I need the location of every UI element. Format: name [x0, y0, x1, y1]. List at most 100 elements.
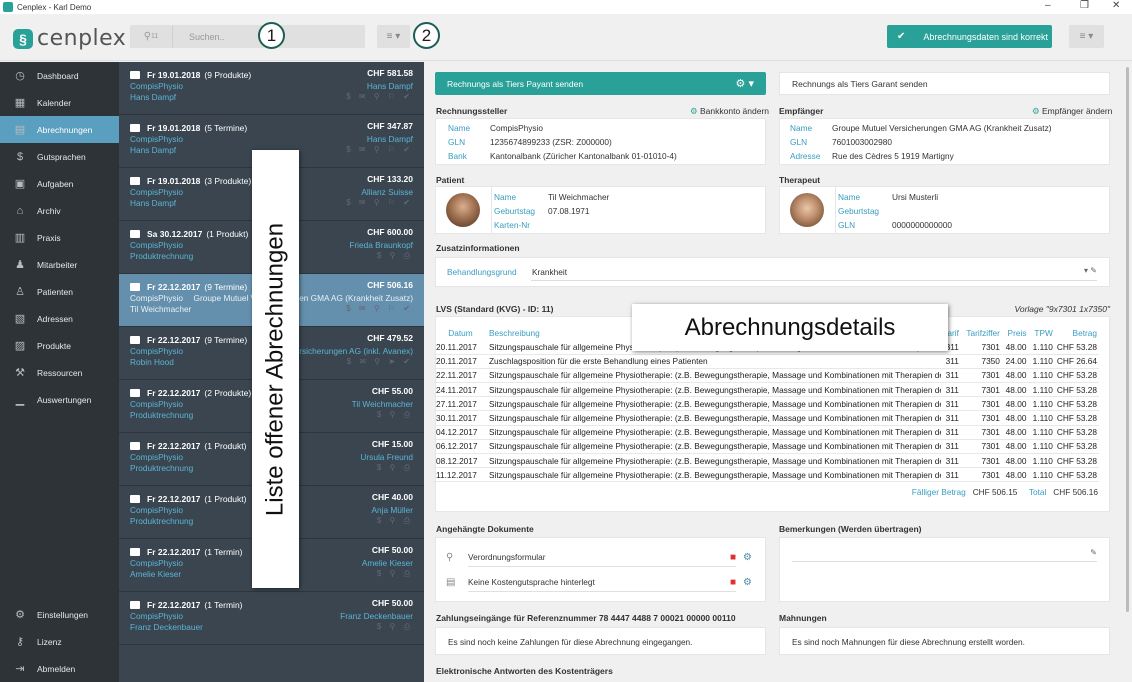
document-item[interactable]: ⚲ Verordnungsformular ■ ⚙ — [446, 547, 752, 567]
kv-row: Name Groupe Mutuel Versicherungen GMA AG … — [790, 123, 1052, 133]
gear-icon[interactable]: ⚙ — [743, 552, 752, 563]
invoice-list-item[interactable]: Fr 19.01.2018 (9 Produkte) CHF 581.58 Compi… — [119, 62, 424, 115]
table-row[interactable]: 08.12.2017 Sitzungspauschale für allgemei… — [434, 453, 1099, 469]
scrollbar-thumb[interactable] — [1126, 67, 1129, 612]
invoice-recipient: Allianz Suisse — [361, 187, 413, 197]
folder-icon — [130, 282, 140, 291]
lvs-cell: Sitzungspauschale für allgemeine Physiot… — [486, 396, 941, 412]
invoice-count: (2 Produkte) — [204, 387, 252, 398]
invoice-amount: CHF 15.00 — [371, 439, 413, 449]
sidebar-item-lizenz[interactable]: ⚷ Lizenz — [0, 628, 119, 655]
status-icons: $ ⚲ ⎙ — [376, 569, 413, 578]
lvs-cell: 1.110 — [1028, 467, 1055, 483]
table-row[interactable]: 04.12.2017 Sitzungspauschale für allgemei… — [434, 425, 1099, 440]
trash-icon[interactable]: ■ — [730, 552, 736, 563]
sidebar-item-abmelden[interactable]: ⇥ Abmelden — [0, 655, 119, 682]
therapeut-details: Name Ursi Musterli Geburtstag GLN 00000000… — [838, 190, 952, 232]
folder-icon — [130, 494, 140, 503]
change-bank-account-link[interactable]: ⚙ Bankkonto ändern — [690, 106, 769, 117]
lvs-cell: 311 — [940, 382, 961, 398]
patient-title: Patient — [436, 175, 465, 185]
sidebar-item-archiv[interactable]: ⌂ Archiv — [0, 197, 119, 224]
table-row[interactable]: 20.11.2017 Zuschlagsposition für die erst… — [434, 354, 1099, 369]
lvs-column-header: Tarifziffer — [966, 328, 1000, 338]
gear-dropdown-icon[interactable]: ⚙ ▾ — [736, 77, 754, 90]
sidebar-icon: ⚙ — [15, 609, 25, 621]
lvs-cell: 27.11.2017 — [434, 396, 487, 412]
invoice-patient: Amelie Kieser — [130, 569, 182, 579]
close-icon[interactable]: ✕ — [1112, 0, 1120, 11]
mahnungen-title: Mahnungen — [779, 613, 827, 623]
confirm-billing-data-button[interactable]: ✔ Abrechnungsdaten sind korrekt — [887, 25, 1052, 48]
sidebar-item-produkte[interactable]: ▨ Produkte — [0, 332, 119, 359]
maximize-icon[interactable]: ❐ — [1080, 0, 1089, 11]
pencil-icon[interactable]: ✎ — [1090, 548, 1097, 557]
sidebar-icon: ◷ — [15, 70, 25, 82]
table-row[interactable]: 24.11.2017 Sitzungspauschale für allgemei… — [434, 382, 1099, 398]
invoice-provider: CompisPhysio — [130, 81, 184, 91]
invoice-count: (3 Produkte) — [204, 175, 252, 186]
invoice-provider: CompisPhysio — [130, 399, 184, 409]
lvs-cell: 48.00 — [1001, 453, 1029, 469]
sidebar-item-label: Mitarbeiter — [37, 259, 78, 270]
sidebar-icon: ⌂ — [16, 204, 24, 217]
table-row[interactable]: 22.11.2017 Sitzungspauschale für allgemei… — [434, 368, 1099, 384]
invoice-provider: CompisPhysio — [130, 452, 184, 462]
kv-row: Geburtstag 07.08.1971 — [494, 206, 590, 216]
sidebar-item-ressourcen[interactable]: ⚒ Ressourcen — [0, 359, 119, 386]
send-tiers-payant-label: Rechnungs als Tiers Payant senden — [447, 78, 584, 89]
sidebar-item-label: Einstellungen — [37, 609, 89, 620]
lvs-column-header: TPW — [1034, 328, 1053, 338]
lvs-cell: 311 — [940, 368, 961, 384]
gear-icon[interactable]: ⚙ — [743, 577, 752, 588]
sidebar-item-abrechnungen[interactable]: ▤ Abrechnungen — [0, 116, 119, 143]
empfaenger-title: Empfänger — [779, 106, 824, 116]
document-item[interactable]: ▤ Keine Kostengutsprache hinterlegt ■ ⚙ — [446, 572, 752, 592]
kv-row: GLN 0000000000000 — [838, 220, 952, 230]
sidebar-item-aufgaben[interactable]: ▣ Aufgaben — [0, 170, 119, 197]
detail-scrollbar[interactable] — [1124, 62, 1132, 682]
invoice-list-item[interactable]: Fr 22.12.2017 (1 Termin) CHF 50.00 CompisPh… — [119, 592, 424, 645]
invoice-count: (9 Termine) — [204, 281, 248, 292]
sidebar-item-praxis[interactable]: ▥ Praxis — [0, 224, 119, 251]
sidebar-item-gutsprachen[interactable]: $ Gutsprachen — [0, 143, 119, 170]
zusatz-card: Behandlungsgrund Krankheit ▾ ✎ — [435, 257, 1110, 287]
bemerkungen-card[interactable]: ✎ — [779, 537, 1110, 602]
sidebar-item-mitarbeiter[interactable]: ♟ Mitarbeiter — [0, 251, 119, 278]
sidebar-item-einstellungen[interactable]: ⚙ Einstellungen — [0, 601, 119, 628]
send-tiers-payant-button[interactable]: Rechnungs als Tiers Payant senden ⚙ ▾ — [435, 72, 766, 95]
lvs-cell: CHF 53.28 — [1054, 368, 1099, 384]
sidebar-item-adressen[interactable]: ▧ Adressen — [0, 305, 119, 332]
table-row[interactable]: 11.12.2017 Sitzungspauschale für allgemei… — [434, 467, 1099, 483]
send-tiers-garant-button[interactable]: Rechnungs als Tiers Garant senden — [779, 72, 1110, 95]
invoice-patient: Produktrechnung — [130, 516, 194, 526]
lvs-cell: 48.00 — [1001, 382, 1029, 398]
behandlungsgrund-dropdown[interactable]: ▾ ✎ — [1084, 266, 1097, 275]
change-recipient-link[interactable]: ⚙ Empfänger ändern — [1032, 106, 1112, 117]
lvs-cell: Sitzungspauschale für allgemeine Physiot… — [486, 382, 941, 398]
invoice-patient: Franz Deckenbauer — [130, 622, 203, 632]
trash-icon[interactable]: ■ — [730, 577, 736, 588]
lvs-column-header: Betrag — [1072, 328, 1097, 338]
folder-icon — [130, 176, 140, 185]
sidebar-item-kalender[interactable]: ▦ Kalender — [0, 89, 119, 116]
lvs-cell: 7301 — [960, 368, 1002, 384]
invoice-recipient: Ursula Freund — [360, 452, 413, 462]
main-menu-button[interactable]: ≡ ▾ — [1069, 25, 1104, 48]
invoice-count: (1 Produkt) — [204, 440, 247, 451]
sidebar-item-dashboard[interactable]: ◷ Dashboard — [0, 62, 119, 89]
invoice-date: Fr 22.12.2017 — [147, 387, 201, 398]
list-menu-button[interactable]: ≡ ▾ — [377, 25, 410, 48]
sidebar-item-patienten[interactable]: ♙ Patienten — [0, 278, 119, 305]
invoice-recipient: Groupe Mutuel Versicherungen GMA AG (Kra… — [193, 293, 413, 303]
filter-button[interactable]: ⚲ 11 — [130, 25, 172, 48]
rechnungssteller-card: Name CompisPhysio GLN 1235674899233 (ZSR: … — [435, 118, 766, 165]
minimize-icon[interactable]: – — [1045, 0, 1051, 11]
gear-icon: ⚙ — [1032, 106, 1040, 116]
gear-icon: ⚙ — [690, 106, 698, 116]
table-row[interactable]: 30.11.2017 Sitzungspauschale für allgemei… — [434, 410, 1099, 426]
table-row[interactable]: 27.11.2017 Sitzungspauschale für allgemei… — [434, 396, 1099, 412]
sidebar-item-auswertungen[interactable]: ▁ Auswertungen — [0, 386, 119, 413]
lvs-cell: 06.12.2017 — [434, 439, 487, 455]
table-row[interactable]: 06.12.2017 Sitzungspauschale für allgemei… — [434, 439, 1099, 455]
